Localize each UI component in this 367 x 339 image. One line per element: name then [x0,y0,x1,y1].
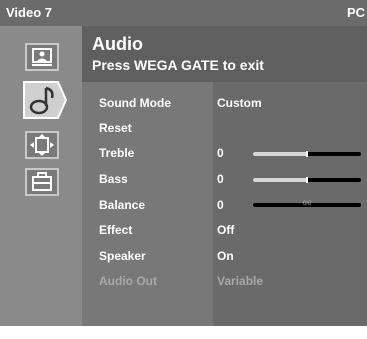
screen-footer [0,326,367,339]
speaker-value[interactable]: On [217,249,234,263]
menu-item-reset[interactable]: Reset [99,121,132,135]
menu-subtitle: Press WEGA GATE to exit [92,57,264,73]
treble-value: 0 [217,146,224,160]
treble-slider-fill [253,152,307,156]
audio-icon[interactable] [20,78,68,122]
menu-title: Audio [92,34,143,54]
osd-screen: Video 7 PC Audio Press WEGA GATE to exit [0,0,367,339]
bass-slider-handle[interactable] [306,177,308,183]
picture-icon[interactable] [25,43,59,71]
balance-center-mark: 0/0 [303,201,312,207]
treble-slider[interactable] [253,151,361,157]
menu-item-bass[interactable]: Bass [99,172,128,186]
screen-icon[interactable] [25,131,59,159]
audio-out-value: Variable [217,274,264,288]
input-mode-label: PC [346,5,365,20]
bass-slider[interactable] [253,177,361,183]
balance-slider[interactable]: 0/0 [253,201,361,207]
sound-mode-value[interactable]: Custom [217,96,262,110]
input-source-label: Video 7 [6,5,53,20]
menu-item-sound-mode[interactable]: Sound Mode [99,96,171,110]
treble-slider-handle[interactable] [306,151,308,157]
effect-value[interactable]: Off [217,223,234,237]
menu-item-balance[interactable]: Balance [99,198,145,212]
bass-slider-fill [253,178,307,182]
menu-item-speaker[interactable]: Speaker [99,249,146,263]
setup-icon[interactable] [25,168,59,196]
bass-value: 0 [217,172,224,186]
menu-item-treble[interactable]: Treble [99,146,134,160]
menu-item-effect[interactable]: Effect [99,223,132,237]
balance-value: 0 [217,198,224,212]
status-bar: Video 7 PC [0,0,367,26]
menu-item-audio-out: Audio Out [99,274,157,288]
